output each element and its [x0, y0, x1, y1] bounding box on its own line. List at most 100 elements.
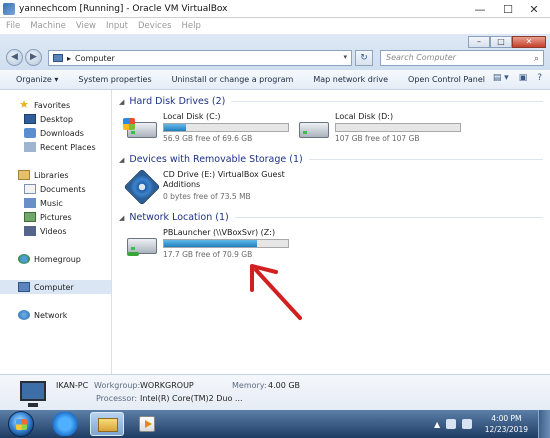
nav-music-label: Music: [40, 198, 63, 208]
forward-button[interactable]: ▶: [25, 49, 42, 66]
menu-devices[interactable]: Devices: [138, 21, 172, 31]
start-button[interactable]: [8, 411, 34, 437]
address-separator[interactable]: ▸: [67, 54, 71, 63]
explorer-minimize-button[interactable]: –: [468, 36, 490, 48]
nav-favorites[interactable]: ★ Favorites: [0, 98, 111, 112]
taskbar-media-player-button[interactable]: [130, 412, 164, 436]
group-header-removable-label: Devices with Removable Storage (1): [129, 154, 303, 165]
drive-z-free-space: 17.7 GB free of 70.9 GB: [163, 250, 253, 259]
nav-computer[interactable]: Computer: [0, 280, 111, 294]
nav-desktop[interactable]: Desktop: [0, 112, 111, 126]
drive-d-name: Local Disk (D:): [335, 112, 394, 121]
drive-e-name-line2: Additions: [163, 180, 201, 189]
group-header-network-label: Network Location (1): [129, 212, 229, 223]
menu-file[interactable]: File: [6, 21, 20, 31]
clock[interactable]: 4:00 PM 12/23/2019: [485, 413, 528, 435]
collapse-triangle-icon[interactable]: ◢: [119, 98, 124, 106]
network-tray-icon[interactable]: [446, 419, 457, 429]
guest-screen: – □ ✕ ◀ ▶ ▸ Computer ▾ ↻ Search Computer…: [0, 34, 550, 438]
drive-z-usage-fill: [164, 240, 257, 247]
preview-pane-icon[interactable]: ▣: [519, 73, 528, 83]
nav-homegroup[interactable]: Homegroup: [0, 252, 111, 266]
group-divider: [308, 159, 543, 160]
show-hidden-icons-icon[interactable]: ▲: [434, 420, 440, 429]
search-placeholder: Search Computer: [386, 53, 456, 62]
nav-recent-places[interactable]: Recent Places: [0, 140, 111, 154]
menu-view[interactable]: View: [76, 21, 96, 31]
folder-icon: [98, 418, 118, 432]
recent-places-icon: [24, 142, 36, 152]
vbox-maximize-button[interactable]: ☐: [496, 0, 520, 18]
nav-recent-places-label: Recent Places: [40, 142, 96, 152]
explorer-maximize-button[interactable]: □: [490, 36, 512, 48]
menu-machine[interactable]: Machine: [30, 21, 66, 31]
group-header-hdd-label: Hard Disk Drives (2): [129, 96, 226, 107]
explorer-caption-buttons: – □ ✕: [468, 36, 546, 48]
search-icon[interactable]: ⌕: [534, 52, 539, 66]
system-properties-button[interactable]: System properties: [78, 75, 151, 84]
drive-c-usage-bar: [163, 123, 289, 132]
content-pane: ◢ Hard Disk Drives (2) Local Disk (C:) 5…: [113, 90, 550, 374]
computer-name: IKAN-PC: [56, 381, 89, 390]
star-icon: ★: [19, 98, 29, 111]
address-path[interactable]: Computer: [75, 54, 115, 63]
vbox-minimize-button[interactable]: —: [468, 0, 492, 18]
group-header-removable[interactable]: ◢ Devices with Removable Storage (1): [119, 154, 543, 165]
show-desktop-button[interactable]: [538, 410, 550, 438]
nav-network[interactable]: Network: [0, 308, 111, 322]
drive-c[interactable]: Local Disk (C:) 56.9 GB free of 69.6 GB: [123, 112, 313, 148]
drive-z[interactable]: PBLauncher (\\VBoxSvr) (Z:) 17.7 GB free…: [123, 228, 313, 264]
uninstall-program-button[interactable]: Uninstall or change a program: [172, 75, 294, 84]
search-input[interactable]: Search Computer ⌕: [380, 50, 544, 66]
nav-documents[interactable]: Documents: [0, 182, 111, 196]
clock-date: 12/23/2019: [484, 425, 528, 434]
drive-e[interactable]: CD Drive (E:) VirtualBox Guest Additions…: [123, 168, 333, 206]
map-network-drive-button[interactable]: Map network drive: [313, 75, 388, 84]
workgroup-value: WORKGROUP: [140, 381, 194, 390]
organize-menu[interactable]: Organize ▾: [16, 75, 58, 84]
volume-tray-icon[interactable]: [462, 419, 473, 429]
libraries-icon: [18, 170, 30, 180]
clock-time: 4:00 PM: [491, 414, 522, 423]
menu-input[interactable]: Input: [106, 21, 128, 31]
open-control-panel-button[interactable]: Open Control Panel: [408, 75, 485, 84]
virtualbox-cd-icon: [123, 168, 161, 206]
vbox-close-button[interactable]: ✕: [522, 0, 546, 18]
drive-z-usage-bar: [163, 239, 289, 248]
nav-pictures[interactable]: Pictures: [0, 210, 111, 224]
menu-help[interactable]: Help: [182, 21, 201, 31]
help-icon[interactable]: ?: [537, 73, 542, 83]
drive-d[interactable]: Local Disk (D:) 107 GB free of 107 GB: [295, 112, 485, 148]
change-view-icon[interactable]: ▤ ▾: [493, 73, 509, 83]
group-divider: [234, 217, 543, 218]
drive-c-usage-fill: [164, 124, 187, 131]
address-dropdown-icon[interactable]: ▾: [343, 53, 347, 61]
internet-explorer-icon[interactable]: [48, 412, 82, 436]
nav-videos[interactable]: Videos: [0, 224, 111, 238]
back-button[interactable]: ◀: [6, 49, 23, 66]
hard-drive-icon: [295, 114, 333, 144]
nav-downloads[interactable]: Downloads: [0, 126, 111, 140]
pictures-icon: [24, 212, 36, 222]
nav-libraries[interactable]: Libraries: [0, 168, 111, 182]
network-icon: [18, 310, 30, 320]
nav-videos-label: Videos: [40, 226, 67, 236]
group-header-hdd[interactable]: ◢ Hard Disk Drives (2): [119, 96, 543, 107]
drive-c-free-space: 56.9 GB free of 69.6 GB: [163, 134, 253, 143]
nav-music[interactable]: Music: [0, 196, 111, 210]
command-bar: Organize ▾ System properties Uninstall o…: [0, 70, 550, 90]
memory-value: 4.00 GB: [268, 381, 301, 390]
address-bar[interactable]: ▸ Computer ▾: [48, 50, 352, 66]
taskbar-explorer-button[interactable]: [90, 412, 124, 436]
videos-icon: [24, 226, 36, 236]
group-header-network[interactable]: ◢ Network Location (1): [119, 212, 543, 223]
explorer-close-button[interactable]: ✕: [512, 36, 546, 48]
computer-icon: [18, 282, 30, 292]
refresh-button[interactable]: ↻: [355, 50, 373, 66]
collapse-triangle-icon[interactable]: ◢: [119, 156, 124, 164]
drive-d-free-space: 107 GB free of 107 GB: [335, 134, 420, 143]
collapse-triangle-icon[interactable]: ◢: [119, 214, 124, 222]
computer-icon: [20, 381, 46, 407]
vbox-menubar: File Machine View Input Devices Help: [0, 18, 550, 34]
processor-label: Processor:: [96, 394, 138, 403]
